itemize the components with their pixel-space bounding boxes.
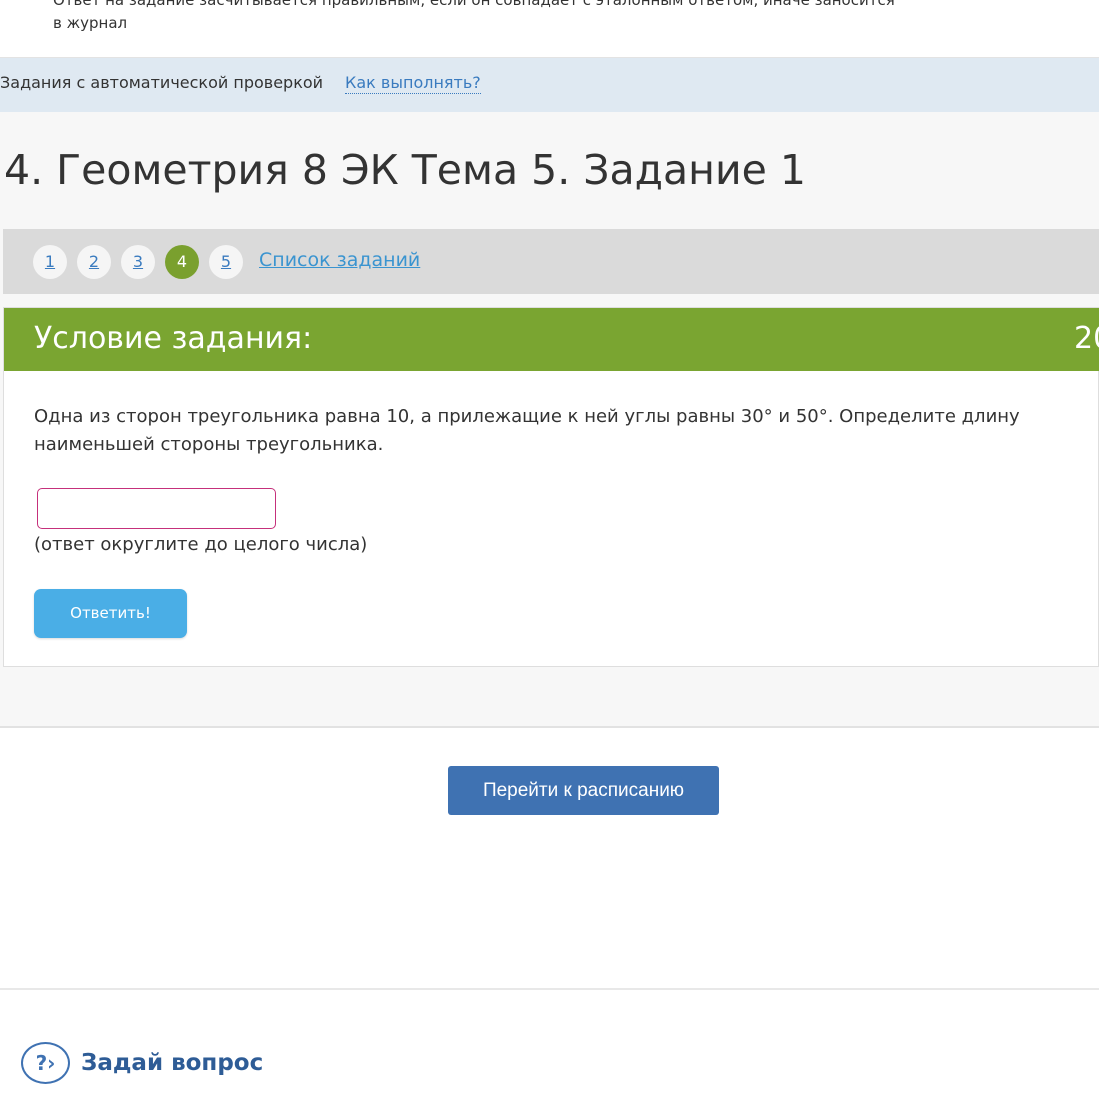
page-title: 4. Геометрия 8 ЭК Тема 5. Задание 1 (4, 146, 806, 194)
task-points: 20 (1074, 321, 1099, 356)
ask-question-section: ?› Задай вопрос (0, 988, 1099, 1100)
top-note-line2: в журнал (53, 14, 128, 32)
page-link-5[interactable]: 5 (209, 245, 243, 279)
main-area: 4. Геометрия 8 ЭК Тема 5. Задание 1 1 2 … (0, 112, 1099, 728)
page-link-4-active[interactable]: 4 (165, 245, 199, 279)
auto-check-label: Задания с автоматической проверкой (0, 73, 324, 92)
how-to-link[interactable]: Как выполнять? (345, 73, 481, 94)
answer-hint: (ответ округлите до целого числа) (34, 534, 368, 555)
ask-question-title[interactable]: Задай вопрос (81, 1050, 263, 1076)
top-note-line1: Ответ на задание засчитывается правильны… (53, 0, 895, 9)
page-link-2[interactable]: 2 (77, 245, 111, 279)
go-to-schedule-button[interactable]: Перейти к расписанию (448, 766, 719, 815)
task-card: Условие задания: 20 Одна из сторон треуг… (3, 307, 1099, 667)
question-bubble-icon: ?› (21, 1042, 70, 1084)
task-header: Условие задания: 20 (4, 308, 1099, 371)
task-text: Одна из сторон треугольника равна 10, а … (34, 406, 1020, 455)
divider (0, 726, 1099, 728)
auto-check-bar: Задания с автоматической проверкой Как в… (0, 58, 1099, 112)
page-link-3[interactable]: 3 (121, 245, 155, 279)
task-pagination: 1 2 3 4 5 Список заданий (3, 229, 1099, 294)
task-header-title: Условие задания: (34, 321, 313, 356)
answer-input[interactable] (37, 488, 276, 529)
task-list-link[interactable]: Список заданий (259, 249, 420, 271)
page-link-1[interactable]: 1 (33, 245, 67, 279)
top-note: Ответ на задание засчитывается правильны… (0, 0, 1099, 58)
submit-answer-button[interactable]: Ответить! (34, 589, 187, 638)
